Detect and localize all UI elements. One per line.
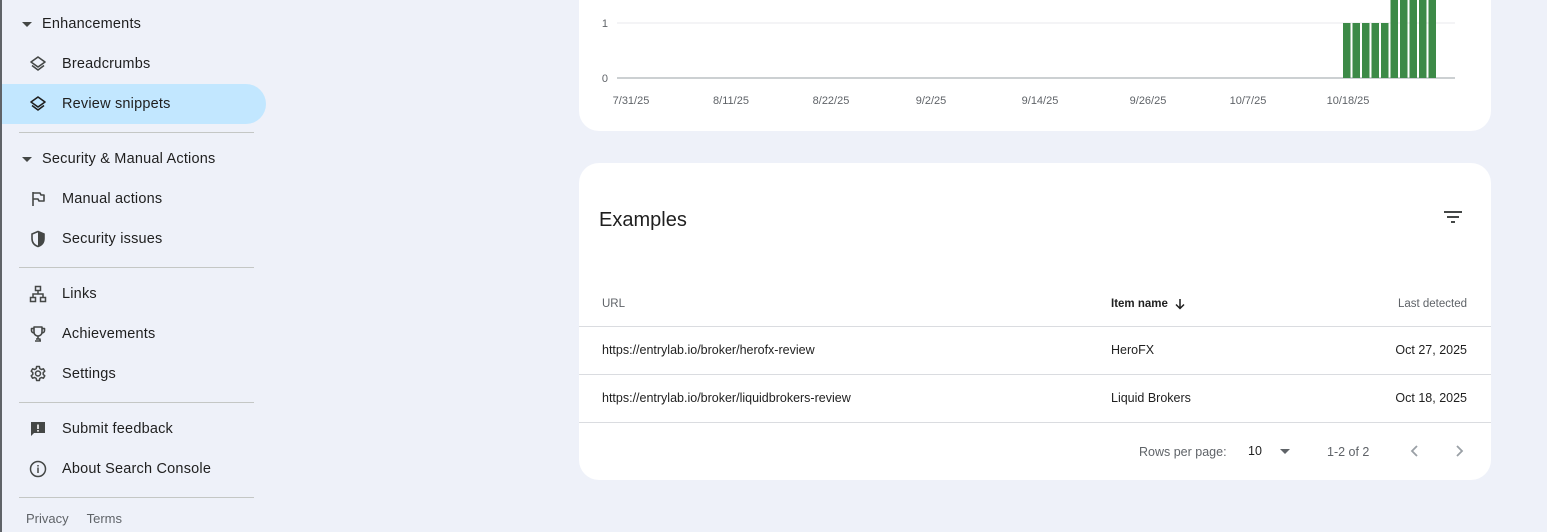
- divider: [19, 267, 254, 268]
- flag-icon: [28, 189, 48, 209]
- footer-links: Privacy Terms: [26, 511, 122, 526]
- x-tick-label: 8/22/25: [813, 95, 850, 107]
- shield-icon: [28, 229, 48, 249]
- examples-card: Examples URL Item name Last detected htt…: [579, 163, 1491, 480]
- chevron-right-icon: [1456, 445, 1464, 457]
- table-header: URL Item name Last detected: [579, 283, 1491, 327]
- chart-bar: [1371, 23, 1379, 78]
- column-header-label: Item name: [1111, 298, 1168, 310]
- last-detected-cell: Oct 18, 2025: [1395, 391, 1467, 405]
- sidebar-item-security-issues[interactable]: Security issues: [2, 219, 266, 259]
- item-name-cell: Liquid Brokers: [1111, 391, 1191, 405]
- table-row[interactable]: https://entrylab.io/broker/herofx-review…: [579, 327, 1491, 375]
- column-header-item-name[interactable]: Item name: [1111, 298, 1186, 310]
- chart-bar: [1381, 23, 1389, 78]
- section-header-enhancements[interactable]: Enhancements: [2, 9, 262, 39]
- sidebar-item-label: Security issues: [62, 231, 163, 247]
- y-tick-label: 0: [602, 73, 608, 85]
- x-tick-label: 10/18/25: [1327, 95, 1370, 107]
- chart-bar: [1409, 0, 1417, 78]
- chart-bar: [1428, 0, 1436, 78]
- sitemap-icon: [28, 284, 48, 304]
- sidebar-item-label: About Search Console: [62, 461, 212, 477]
- divider: [19, 132, 254, 133]
- terms-link[interactable]: Terms: [87, 511, 122, 526]
- sidebar-item-settings[interactable]: Settings: [2, 354, 266, 394]
- sidebar-item-links[interactable]: Links: [2, 274, 266, 314]
- url-cell: https://entrylab.io/broker/liquidbrokers…: [602, 391, 851, 405]
- sidebar-item-breadcrumbs[interactable]: Breadcrumbs: [2, 44, 266, 84]
- table-row[interactable]: https://entrylab.io/broker/liquidbrokers…: [579, 375, 1491, 423]
- examples-title: Examples: [599, 209, 687, 231]
- sidebar: Enhancements Breadcrumbs Review snippets…: [2, 0, 266, 532]
- layers-icon: [28, 94, 48, 114]
- item-name-cell: HeroFX: [1111, 343, 1155, 357]
- sidebar-item-label: Settings: [62, 366, 116, 382]
- rows-per-page-value: 10: [1248, 444, 1262, 458]
- sidebar-item-label: Achievements: [62, 326, 156, 342]
- gear-icon: [28, 364, 48, 384]
- filter-icon: [1444, 211, 1462, 223]
- sidebar-item-label: Submit feedback: [62, 421, 174, 437]
- arrow-down-icon: [1175, 299, 1185, 310]
- divider: [19, 402, 254, 403]
- sidebar-item-manual-actions[interactable]: Manual actions: [2, 179, 266, 219]
- sidebar-item-review-snippets[interactable]: Review snippets: [2, 84, 266, 124]
- x-tick-label: 9/26/25: [1130, 95, 1167, 107]
- section-label: Security & Manual Actions: [42, 151, 216, 167]
- chart-bar: [1400, 0, 1408, 78]
- next-page-button[interactable]: [1449, 441, 1469, 461]
- impressions-chart: 0 1 7/31/25 8/11/25 8/22/25 9/2/25 9/14/25 9/26…: [602, 0, 1455, 107]
- section-header-security[interactable]: Security & Manual Actions: [2, 144, 262, 174]
- pagination: Rows per page: 10 1-2 of 2: [579, 433, 1491, 469]
- layers-icon: [28, 54, 48, 74]
- chart-bar: [1362, 23, 1370, 78]
- page-range: 1-2 of 2: [1327, 445, 1370, 459]
- x-tick-label: 8/11/25: [713, 95, 749, 107]
- column-header-last-detected[interactable]: Last detected: [1398, 298, 1467, 310]
- feedback-icon: [28, 419, 48, 439]
- sidebar-item-label: Manual actions: [62, 191, 163, 207]
- x-tick-label: 10/7/25: [1230, 95, 1267, 107]
- x-tick-label: 7/31/25: [613, 95, 650, 107]
- previous-page-button[interactable]: [1405, 441, 1425, 461]
- rows-per-page-label: Rows per page:: [1139, 445, 1227, 459]
- section-label: Enhancements: [42, 16, 142, 32]
- chart-bar: [1390, 0, 1398, 78]
- chart-bar: [1343, 23, 1351, 78]
- sidebar-item-achievements[interactable]: Achievements: [2, 314, 266, 354]
- caret-down-icon: [22, 21, 32, 27]
- trophy-icon: [28, 324, 48, 344]
- url-cell: https://entrylab.io/broker/herofx-review: [602, 343, 815, 357]
- x-tick-label: 9/14/25: [1022, 95, 1059, 107]
- sidebar-item-label: Links: [62, 286, 97, 302]
- y-tick-label: 1: [602, 18, 608, 30]
- rows-per-page-select[interactable]: 10: [1248, 441, 1290, 461]
- sidebar-item-label: Breadcrumbs: [62, 56, 151, 72]
- caret-down-icon: [22, 156, 32, 162]
- sidebar-item-label: Review snippets: [62, 96, 171, 112]
- sidebar-item-about[interactable]: About Search Console: [2, 449, 266, 489]
- divider: [19, 497, 254, 498]
- sidebar-item-submit-feedback[interactable]: Submit feedback: [2, 409, 266, 449]
- filter-button[interactable]: [1441, 205, 1465, 229]
- chart-bar: [1419, 0, 1427, 78]
- chevron-left-icon: [1410, 445, 1418, 457]
- x-tick-label: 9/2/25: [916, 95, 947, 107]
- chart-bar: [1352, 23, 1360, 78]
- last-detected-cell: Oct 27, 2025: [1395, 343, 1467, 357]
- chart-card: 0 1 7/31/25 8/11/25 8/22/25 9/2/25 9/14/25 9/26…: [579, 0, 1491, 131]
- column-header-url[interactable]: URL: [602, 298, 625, 310]
- info-icon: [28, 459, 48, 479]
- privacy-link[interactable]: Privacy: [26, 511, 69, 526]
- dropdown-arrow-icon: [1279, 448, 1290, 454]
